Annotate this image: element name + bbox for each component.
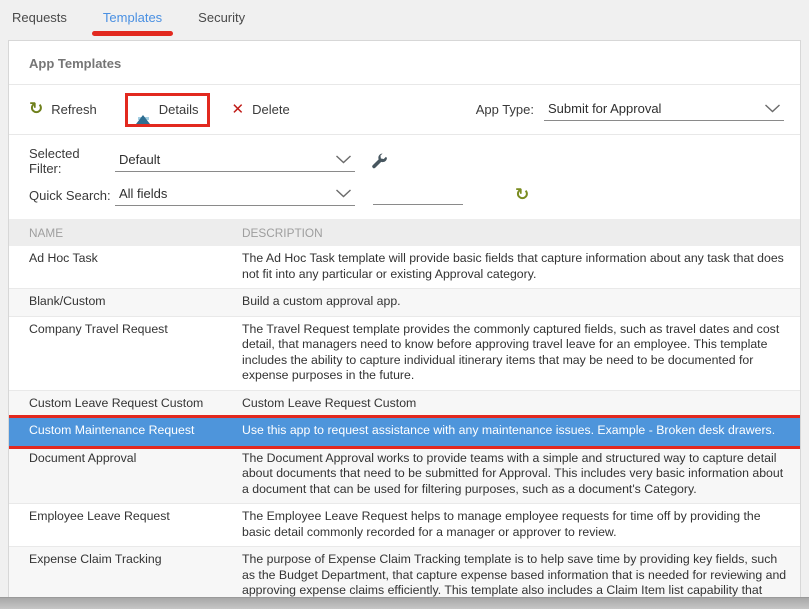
- templates-table: NAME DESCRIPTION Ad Hoc Task The Ad Hoc …: [9, 219, 800, 597]
- quick-search-field-select[interactable]: All fields: [115, 184, 355, 206]
- screen: Requests Templates Security App Template…: [0, 0, 809, 609]
- delete-button[interactable]: ✕ Delete: [232, 102, 290, 117]
- app-templates-panel: App Templates ↻ Refresh Details ✕ Delete: [8, 40, 801, 597]
- filter-section: Selected Filter: Default Quick Search: A…: [9, 135, 800, 219]
- refresh-icon: ↻: [29, 101, 43, 118]
- selected-filter-label: Selected Filter:: [29, 146, 115, 176]
- row-description: The Document Approval works to provide t…: [242, 451, 800, 498]
- bottom-edge-bar: [0, 597, 809, 609]
- wrench-icon: [371, 153, 388, 170]
- row-description: The Ad Hoc Task template will provide ba…: [242, 251, 800, 282]
- tab-bar: Requests Templates Security: [0, 0, 809, 40]
- app-type-value: Submit for Approval: [548, 101, 661, 116]
- row-name: Ad Hoc Task: [9, 251, 242, 282]
- selected-filter-value: Default: [119, 152, 160, 167]
- tab[interactable]: Security: [196, 8, 247, 27]
- column-header-name: NAME: [9, 226, 242, 240]
- table-row[interactable]: Company Travel Request The Travel Reques…: [9, 317, 800, 391]
- row-description: The purpose of Expense Claim Tracking te…: [242, 552, 800, 597]
- refresh-button[interactable]: ↻ Refresh: [29, 101, 97, 118]
- row-name: Blank/Custom: [9, 294, 242, 310]
- delete-icon: ✕: [232, 102, 245, 117]
- quick-search-field-value: All fields: [119, 186, 167, 201]
- table-row[interactable]: Custom Leave Request Custom Custom Leave…: [9, 391, 800, 419]
- column-header-description: DESCRIPTION: [242, 226, 800, 240]
- delete-button-label: Delete: [252, 102, 290, 117]
- tab[interactable]: Templates: [101, 8, 164, 27]
- row-description: The Employee Leave Request helps to mana…: [242, 509, 800, 540]
- chevron-down-icon: [335, 189, 352, 198]
- row-name: Custom Leave Request Custom: [9, 396, 242, 412]
- quick-search-input[interactable]: [373, 185, 463, 205]
- chevron-down-icon: [335, 155, 352, 164]
- row-name: Company Travel Request: [9, 322, 242, 384]
- details-annotation-box: Details: [125, 93, 210, 127]
- selected-filter-select[interactable]: Default: [115, 150, 355, 172]
- chevron-down-icon: [764, 104, 781, 113]
- table-row[interactable]: Expense Claim Tracking The purpose of Ex…: [9, 547, 800, 597]
- page-title: App Templates: [9, 41, 800, 85]
- row-name: Custom Maintenance Request: [9, 423, 242, 439]
- row-name: Expense Claim Tracking: [9, 552, 242, 597]
- tab[interactable]: Requests: [10, 8, 69, 27]
- table-body: Ad Hoc Task The Ad Hoc Task template wil…: [9, 246, 800, 597]
- row-name: Document Approval: [9, 451, 242, 498]
- details-icon: [136, 100, 151, 120]
- details-button[interactable]: Details: [136, 100, 199, 120]
- table-row[interactable]: Employee Leave Request The Employee Leav…: [9, 504, 800, 547]
- quick-search-row: Quick Search: All fields ↻: [9, 180, 800, 210]
- table-row[interactable]: Document Approval The Document Approval …: [9, 446, 800, 505]
- app-type-label: App Type:: [476, 102, 534, 117]
- row-name: Employee Leave Request: [9, 509, 242, 540]
- details-button-label: Details: [159, 102, 199, 117]
- toolbar: ↻ Refresh Details ✕ Delete App Type: Sub…: [9, 85, 800, 135]
- row-description: Use this app to request assistance with …: [242, 423, 800, 439]
- app-type-group: App Type: Submit for Approval: [476, 99, 784, 121]
- row-description: Custom Leave Request Custom: [242, 396, 800, 412]
- table-row[interactable]: Custom Maintenance Request Use this app …: [9, 418, 800, 446]
- filter-settings-button[interactable]: [371, 153, 388, 170]
- table-row[interactable]: Ad Hoc Task The Ad Hoc Task template wil…: [9, 246, 800, 289]
- row-description: Build a custom approval app.: [242, 294, 800, 310]
- selected-filter-row: Selected Filter: Default: [9, 142, 800, 180]
- quick-search-refresh-icon[interactable]: ↻: [515, 187, 529, 204]
- refresh-button-label: Refresh: [51, 102, 97, 117]
- row-description: The Travel Request template provides the…: [242, 322, 800, 384]
- app-type-select[interactable]: Submit for Approval: [544, 99, 784, 121]
- table-row[interactable]: Blank/Custom Build a custom approval app…: [9, 289, 800, 317]
- quick-search-label: Quick Search:: [29, 188, 115, 203]
- table-header: NAME DESCRIPTION: [9, 219, 800, 246]
